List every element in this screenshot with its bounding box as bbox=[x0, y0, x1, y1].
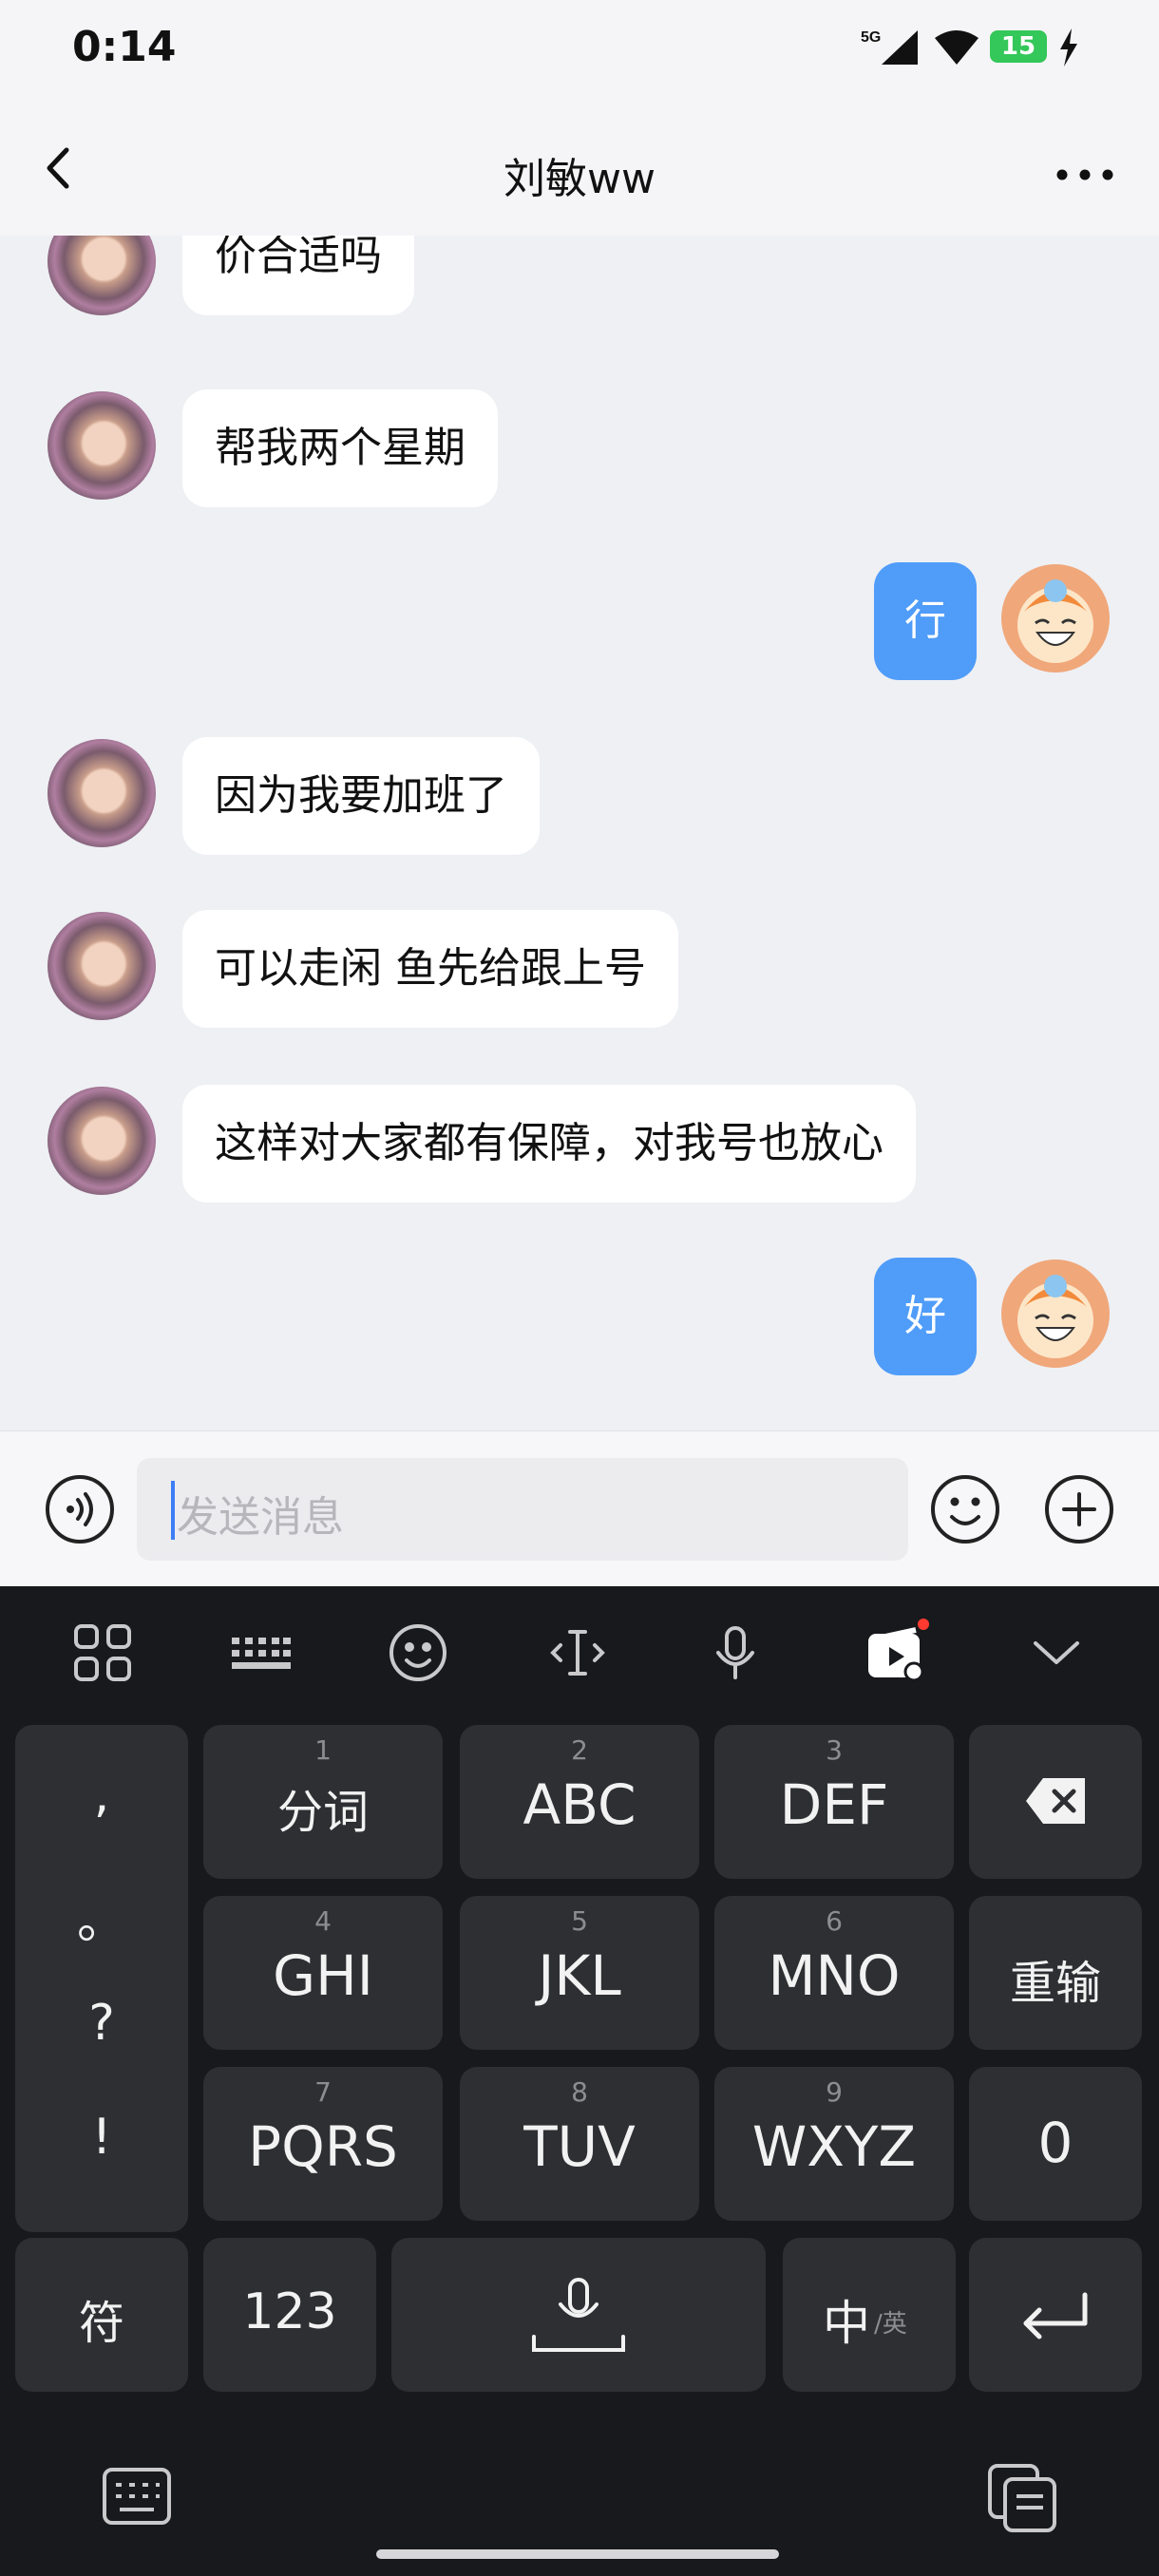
received-message-bubble[interactable]: 价合适吗 bbox=[182, 236, 414, 315]
key-8[interactable]: 8 TUV bbox=[460, 2067, 699, 2221]
home-indicator[interactable] bbox=[376, 2549, 779, 2559]
keyboard: , 。 ? ! 1 分词 2 ABC 3 DEF 4 GHI 5 JKL 6 M… bbox=[0, 1586, 1159, 2576]
received-message-bubble[interactable]: 可以走闲 鱼先给跟上号 bbox=[182, 910, 678, 1028]
emoji-panel-icon[interactable] bbox=[384, 1619, 452, 1687]
emoji-icon[interactable] bbox=[929, 1473, 1001, 1549]
keyboard-layout-icon[interactable] bbox=[226, 1619, 294, 1687]
keyboard-switch-icon[interactable] bbox=[101, 2466, 173, 2530]
status-bar: 0:14 5G 15 bbox=[0, 0, 1159, 95]
enter-icon bbox=[1023, 2292, 1088, 2339]
numbers-key[interactable]: 123 bbox=[203, 2238, 376, 2392]
backspace-key[interactable] bbox=[969, 1725, 1142, 1879]
key-9[interactable]: 9 WXYZ bbox=[714, 2067, 954, 2221]
voice-input-icon[interactable] bbox=[44, 1473, 116, 1549]
video-clip-icon[interactable] bbox=[861, 1619, 929, 1687]
punct-question[interactable]: ? bbox=[15, 1995, 188, 2052]
language-switch-key[interactable]: 中 /英 bbox=[783, 2238, 956, 2392]
message-input[interactable]: 发送消息 bbox=[137, 1458, 908, 1561]
clipboard-icon[interactable] bbox=[986, 2462, 1058, 2538]
wifi-icon bbox=[931, 27, 982, 72]
key-7[interactable]: 7 PQRS bbox=[203, 2067, 443, 2221]
key-3[interactable]: 3 DEF bbox=[714, 1725, 954, 1879]
add-attachment-icon[interactable] bbox=[1043, 1473, 1115, 1549]
received-message-bubble[interactable]: 帮我两个星期 bbox=[182, 389, 498, 507]
punctuation-column[interactable]: , 。 ? ! bbox=[15, 1725, 188, 2232]
message-input-placeholder: 发送消息 bbox=[177, 1493, 344, 1542]
key-1[interactable]: 1 分词 bbox=[203, 1725, 443, 1879]
battery-icon: 15 bbox=[990, 30, 1047, 63]
space-key[interactable] bbox=[391, 2238, 766, 2392]
network-type-label: 5G bbox=[861, 29, 881, 46]
symbols-key[interactable]: 符 bbox=[15, 2238, 188, 2392]
space-mic-icon bbox=[532, 2278, 625, 2352]
apps-grid-icon[interactable] bbox=[68, 1619, 137, 1687]
contact-avatar[interactable] bbox=[48, 912, 156, 1020]
sent-message-bubble[interactable]: 好 bbox=[874, 1258, 977, 1375]
punct-exclamation[interactable]: ! bbox=[15, 2109, 188, 2166]
contact-avatar[interactable] bbox=[48, 236, 156, 315]
key-6[interactable]: 6 MNO bbox=[714, 1896, 954, 2050]
punct-period[interactable]: 。 bbox=[15, 1881, 188, 1952]
enter-key[interactable] bbox=[969, 2238, 1142, 2392]
key-4[interactable]: 4 GHI bbox=[203, 1896, 443, 2050]
text-caret bbox=[171, 1481, 175, 1540]
chat-title: 刘敏ww bbox=[504, 155, 656, 203]
charging-icon bbox=[1058, 28, 1079, 70]
more-options-icon[interactable] bbox=[1054, 167, 1115, 186]
message-list[interactable]: 价合适吗 帮我两个星期 行 因为我要加班了 可以走闲 鱼先给跟上号 这样对大家都… bbox=[0, 236, 1159, 1430]
my-avatar[interactable] bbox=[1001, 1260, 1110, 1368]
sent-message-bubble[interactable]: 行 bbox=[874, 562, 977, 680]
received-message-bubble[interactable]: 这样对大家都有保障，对我号也放心 bbox=[182, 1085, 916, 1203]
contact-avatar[interactable] bbox=[48, 391, 156, 500]
my-avatar[interactable] bbox=[1001, 564, 1110, 672]
cellular-signal-icon: 5G bbox=[861, 27, 922, 72]
status-time: 0:14 bbox=[72, 23, 177, 71]
contact-avatar[interactable] bbox=[48, 1087, 156, 1195]
cursor-move-icon[interactable] bbox=[543, 1619, 612, 1687]
contact-avatar[interactable] bbox=[48, 739, 156, 847]
received-message-bubble[interactable]: 因为我要加班了 bbox=[182, 737, 540, 855]
backspace-icon bbox=[1026, 1778, 1085, 1824]
key-5[interactable]: 5 JKL bbox=[460, 1896, 699, 2050]
retype-key[interactable]: 重输 bbox=[969, 1896, 1142, 2050]
keyboard-toolbar bbox=[0, 1586, 1159, 1710]
microphone-icon[interactable] bbox=[701, 1619, 770, 1687]
key-2[interactable]: 2 ABC bbox=[460, 1725, 699, 1879]
punct-comma[interactable]: , bbox=[15, 1767, 188, 1824]
key-0[interactable]: 0 bbox=[969, 2067, 1142, 2221]
message-input-bar: 发送消息 bbox=[0, 1430, 1159, 1587]
collapse-keyboard-icon[interactable] bbox=[1022, 1619, 1091, 1687]
chat-header: 刘敏ww bbox=[0, 95, 1159, 236]
